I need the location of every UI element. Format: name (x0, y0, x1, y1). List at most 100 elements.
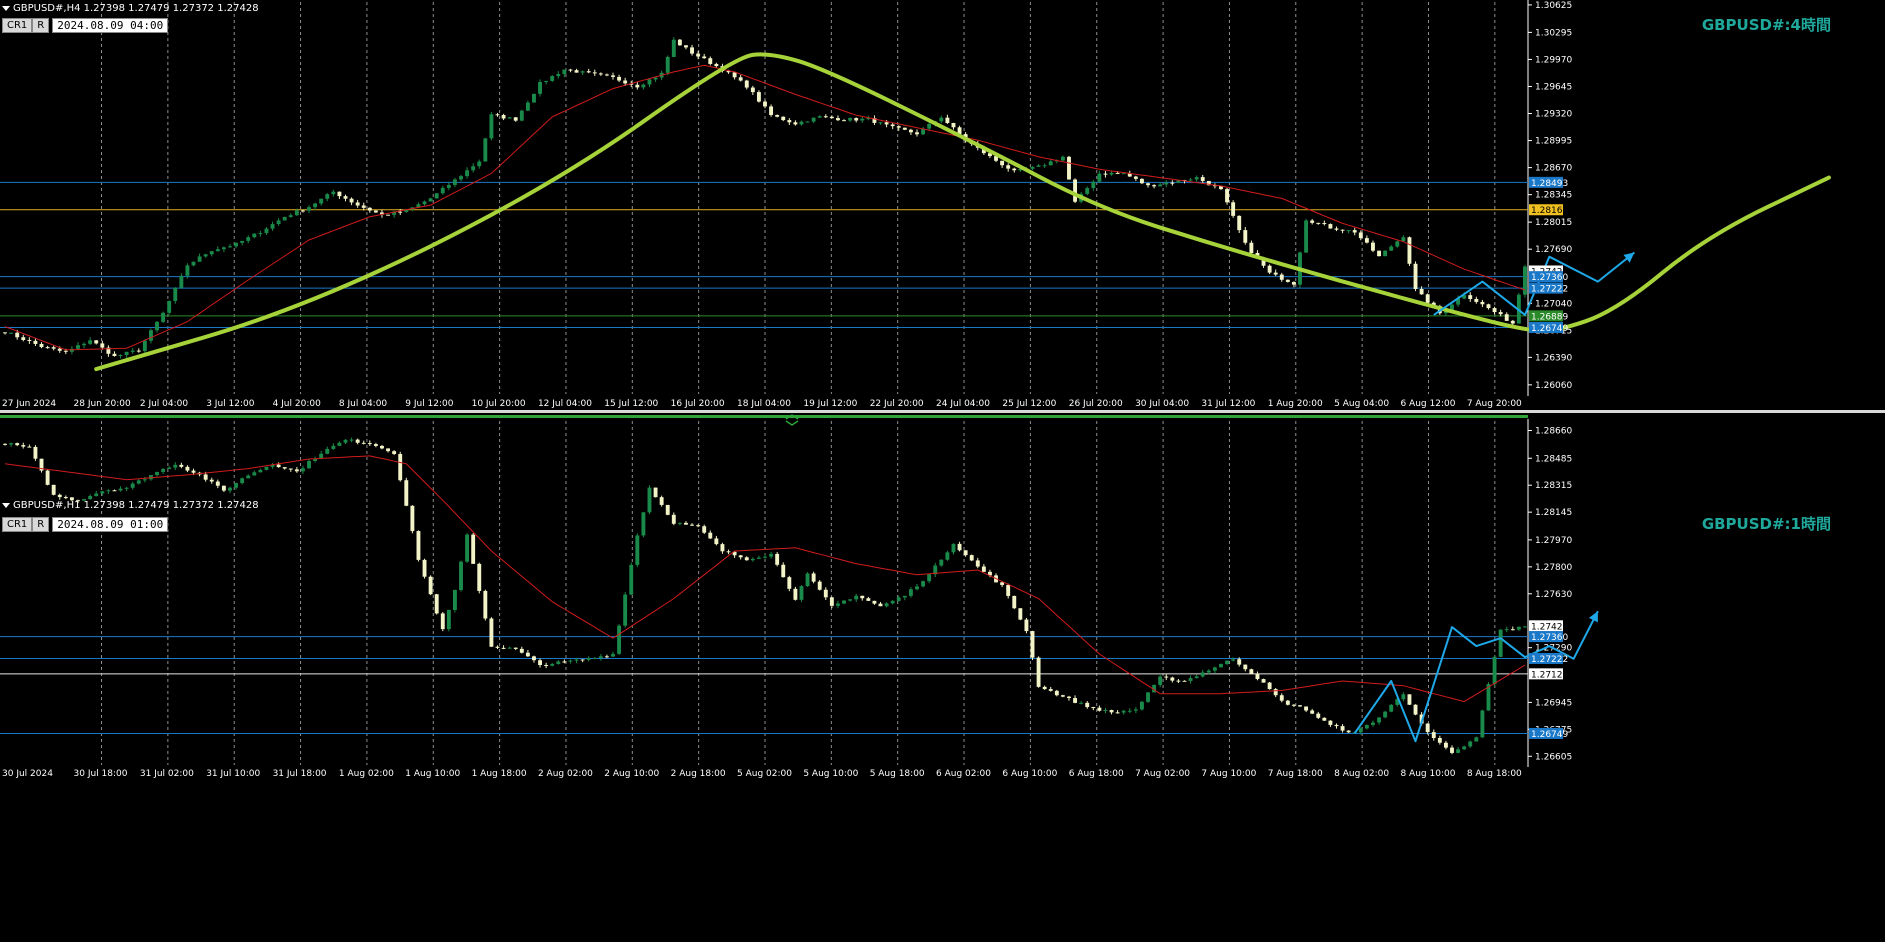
candle-bear (276, 464, 281, 468)
candle-bear (896, 126, 901, 128)
candle-bear (1285, 700, 1290, 705)
panel-h4-header[interactable]: GBPUSD#,H4 1.27398 1.27479 1.27372 1.274… (2, 3, 259, 14)
candle-bear (1243, 230, 1248, 243)
candle-bull (1523, 626, 1527, 628)
candle-bull (337, 442, 342, 446)
candle-bear (185, 466, 190, 471)
x-tick-label: 18 Jul 04:00 (737, 399, 791, 409)
candle-bear (1279, 695, 1284, 701)
triangle-down-icon[interactable] (2, 502, 10, 508)
candle-bear (696, 53, 701, 57)
candle-bear (1030, 631, 1035, 658)
y-tick-label: 1.27040 (1535, 299, 1572, 309)
candle-bull (769, 553, 774, 557)
candle-bull (1060, 156, 1065, 161)
candle-bear (1310, 220, 1315, 223)
triangle-down-icon[interactable] (2, 5, 10, 11)
candle-bull (1158, 676, 1163, 685)
candle-bear (738, 555, 743, 558)
candle-bear (580, 659, 585, 661)
y-tick-label: 1.27800 (1535, 563, 1572, 573)
candle-bear (981, 566, 986, 572)
candle-bull (1079, 702, 1084, 704)
candle-bull (939, 559, 944, 566)
candle-bear (677, 39, 682, 46)
candle-bear (398, 211, 403, 213)
candle-bear (1413, 263, 1418, 290)
candle-bull (525, 102, 530, 111)
candle-bull (1212, 667, 1217, 671)
candle-bull (811, 117, 816, 122)
candle-bull (118, 488, 123, 491)
candle-bear (817, 581, 822, 590)
r-button[interactable]: R (32, 517, 50, 532)
candle-bear (136, 350, 141, 352)
candle-bear (513, 117, 518, 121)
candle-bear (732, 72, 737, 78)
cr1-button[interactable]: CR1 (2, 517, 33, 532)
candle-bull (252, 233, 257, 238)
candle-bull (1504, 629, 1509, 631)
candle-bear (191, 470, 196, 473)
candle-bull (203, 254, 208, 257)
candle-bear (1364, 238, 1369, 243)
candle-bull (465, 534, 470, 562)
candle-bear (1267, 265, 1272, 273)
candle-bull (1456, 749, 1461, 753)
candle-bear (1492, 308, 1497, 313)
x-tick-label: 1 Aug 02:00 (339, 769, 394, 779)
panel-h1-datetime[interactable]: 2024.08.09 01:00 (52, 517, 169, 532)
candle-bear (355, 202, 360, 206)
candle-bull (440, 187, 445, 194)
candle-bull (611, 653, 615, 657)
candle-bear (975, 560, 980, 567)
candle-bull (173, 287, 178, 301)
candle-bull (598, 656, 603, 658)
candle-bear (945, 117, 950, 123)
candle-bull (161, 468, 166, 472)
candle-bull (106, 490, 111, 492)
candle-bear (1243, 664, 1248, 670)
candle-bear (39, 343, 44, 348)
candle-bull (234, 242, 239, 247)
candle-bear (179, 464, 184, 467)
y-tick-label: 1.29320 (1535, 110, 1572, 120)
x-tick-label: 16 Jul 20:00 (671, 399, 725, 409)
candle-bull (100, 491, 105, 494)
r-button[interactable]: R (32, 18, 50, 33)
candle-bear (744, 80, 749, 88)
candle-bear (617, 76, 622, 81)
candle-bull (1401, 694, 1406, 700)
candle-bull (860, 118, 865, 121)
candle-bear (684, 522, 688, 525)
panel-h4-chart: 27 Jun 2024 28 Jun 20:00 2 Jul 04:00 3 Jul … (0, 0, 1831, 409)
candle-bull (246, 237, 251, 241)
candle-bull (848, 599, 853, 601)
candle-bear (878, 603, 883, 607)
candle-bull (167, 300, 172, 313)
candle-bear (501, 115, 506, 119)
candle-bull (939, 117, 944, 122)
y-tick-label: 1.28660 (1535, 427, 1572, 437)
candle-bear (684, 45, 688, 48)
panel-h4-datetime[interactable]: 2024.08.09 04:00 (52, 18, 169, 33)
candle-bear (495, 646, 500, 648)
cr1-button[interactable]: CR1 (2, 18, 33, 33)
x-tick-label: 9 Jul 12:00 (405, 399, 454, 409)
candle-bear (1322, 717, 1327, 721)
candle-bear (1036, 657, 1041, 687)
candle-bear (1170, 182, 1175, 184)
candle-bear (112, 490, 117, 492)
candle-bull (580, 71, 585, 73)
candle-bear (112, 353, 117, 356)
candle-bull (653, 77, 658, 80)
candle-bull (1219, 664, 1223, 668)
candle-bear (1486, 304, 1491, 309)
candle-bear (908, 129, 913, 133)
candle-bear (1298, 705, 1302, 707)
candle-bear (1164, 676, 1169, 678)
panel-h1-header[interactable]: GBPUSD#,H1 1.27398 1.27479 1.27372 1.274… (2, 500, 259, 511)
candle-bear (708, 532, 713, 539)
x-tick-label: 8 Aug 18:00 (1467, 769, 1522, 779)
y-tick-label: 1.27970 (1535, 536, 1572, 546)
